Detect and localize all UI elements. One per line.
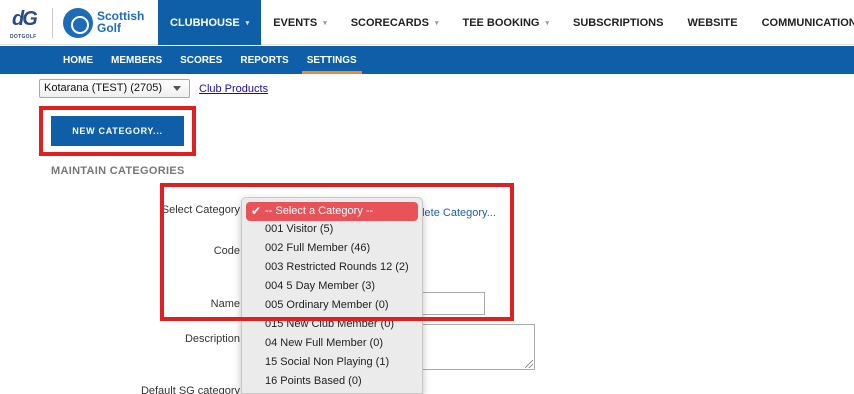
dotgolf-logo-text: DOTGOLF — [10, 34, 37, 40]
subnav-item-home[interactable]: HOME — [54, 46, 102, 74]
dropdown-option-label: 001 Visitor (5) — [265, 223, 334, 235]
dropdown-option[interactable]: 001 Visitor (5) — [242, 220, 422, 239]
chevron-down-icon — [173, 86, 181, 91]
dotgolf-logo[interactable]: dG DOTGOLF — [10, 8, 44, 40]
main-nav: CLUBHOUSE ▾ EVENTS ▾ SCORECARDS ▾ TEE BOOKING ▾… — [158, 0, 854, 45]
name-input[interactable] — [420, 292, 485, 315]
nav-item-tee-booking[interactable]: TEE BOOKING ▾ — [450, 0, 561, 45]
club-products-link[interactable]: Club Products — [199, 83, 268, 95]
subnav-item-scores[interactable]: SCORES — [171, 46, 231, 74]
nav-item-subscriptions[interactable]: SUBSCRIPTIONS — [561, 0, 675, 45]
dropdown-option-label: -- Select a Category -- — [265, 205, 374, 217]
dropdown-option-label: 002 Full Member (46) — [265, 242, 371, 254]
delete-category-link[interactable]: elete Category... — [416, 207, 496, 219]
resize-grip-icon[interactable] — [525, 360, 533, 368]
nav-item-label: TEE BOOKING — [462, 16, 540, 29]
dotgolf-logo-mark: dG — [12, 8, 38, 30]
nav-item-label: SUBSCRIPTIONS — [573, 16, 664, 29]
select-category-label: Select Category — [161, 204, 240, 216]
checkmark-icon: ✔ — [251, 204, 262, 218]
description-label: Description — [184, 333, 240, 345]
dropdown-option[interactable]: 04 New Full Member (0) — [242, 334, 422, 353]
chevron-down-icon: ▾ — [545, 19, 549, 27]
dropdown-option-label: 004 5 Day Member (3) — [265, 280, 376, 292]
dropdown-option[interactable]: 15 Social Non Playing (1) — [242, 353, 422, 372]
nav-item-clubhouse[interactable]: CLUBHOUSE ▾ — [158, 0, 262, 45]
code-label: Code — [213, 245, 240, 257]
dropdown-option-selected[interactable]: ✔ -- Select a Category -- — [246, 202, 418, 221]
sub-nav: HOME MEMBERS SCORES REPORTS SETTINGS — [0, 46, 854, 74]
scottish-golf-logo-text: Scottish Golf — [97, 9, 145, 35]
chevron-down-icon: ▾ — [434, 19, 439, 27]
dropdown-option-label: 015 New Club Member (0) — [265, 318, 394, 330]
name-label: Name — [210, 298, 240, 310]
dropdown-option[interactable]: 005 Ordinary Member (0) — [242, 296, 422, 315]
dropdown-option-label: 15 Social Non Playing (1) — [265, 356, 390, 368]
dropdown-option[interactable]: 16 Points Based (0) — [242, 372, 422, 391]
subnav-item-members[interactable]: MEMBERS — [102, 46, 171, 74]
nav-item-website[interactable]: WEBSITE — [675, 0, 749, 45]
nav-item-communications[interactable]: COMMUNICATIONS▾ — [750, 0, 854, 45]
nav-item-label: EVENTS — [273, 16, 318, 29]
dropdown-option-label: 005 Ordinary Member (0) — [265, 299, 389, 311]
subnav-item-reports[interactable]: REPORTS — [231, 46, 297, 74]
dropdown-option-label: 003 Restricted Rounds 12 (2) — [265, 261, 409, 273]
default-sg-category-label: Default SG category — [140, 385, 240, 394]
subnav-item-settings[interactable]: SETTINGS — [298, 46, 366, 74]
chevron-down-icon: ▾ — [245, 19, 250, 27]
category-dropdown-list[interactable]: ✔ -- Select a Category -- 001 Visitor (5) 0… — [241, 197, 423, 394]
nav-item-events[interactable]: EVENTS ▾ — [261, 0, 339, 45]
nav-item-label: SCORECARDS — [350, 16, 429, 29]
club-select-value: Kotarana (TEST) (2705) — [44, 82, 162, 94]
nav-item-scorecards[interactable]: SCORECARDS ▾ — [339, 0, 451, 45]
nav-item-label: WEBSITE — [687, 16, 738, 29]
dropdown-option[interactable]: 002 Full Member (46) — [242, 239, 422, 258]
description-textarea[interactable] — [420, 324, 535, 370]
highlight-box-new-category — [39, 106, 196, 156]
top-bar: dG DOTGOLF Scottish Golf CLUBHOUSE ▾ EVENT… — [0, 0, 854, 45]
logo-divider — [52, 8, 53, 38]
dropdown-option-label: 04 New Full Member (0) — [265, 337, 383, 349]
nav-item-label: COMMUNICATIONS — [761, 16, 854, 29]
dropdown-option-label: 16 Points Based (0) — [265, 375, 362, 387]
nav-item-label: CLUBHOUSE — [170, 16, 240, 29]
section-title: MAINTAIN CATEGORIES — [51, 165, 185, 177]
scottish-golf-logo-icon[interactable] — [63, 8, 93, 38]
dropdown-option[interactable]: 015 New Club Member (0) — [242, 315, 422, 334]
dropdown-option[interactable]: 003 Restricted Rounds 12 (2) — [242, 258, 422, 277]
dropdown-option[interactable]: 004 5 Day Member (3) — [242, 277, 422, 296]
club-select[interactable]: Kotarana (TEST) (2705) — [39, 79, 190, 98]
chevron-down-icon: ▾ — [323, 19, 327, 27]
